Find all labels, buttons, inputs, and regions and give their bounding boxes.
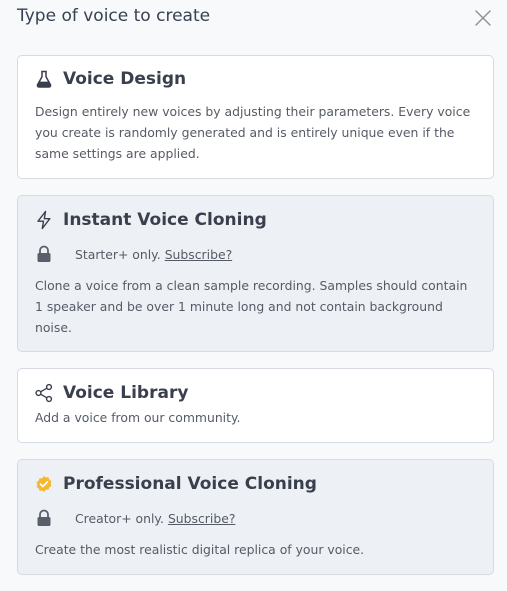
verified-badge-icon xyxy=(34,474,54,494)
lock-icon xyxy=(36,245,52,263)
professional-voice-cloning-description: Create the most realistic digital replic… xyxy=(35,542,365,557)
instant-voice-cloning-title: Instant Voice Cloning xyxy=(63,210,267,230)
subscribe-link[interactable]: Subscribe? xyxy=(168,511,235,526)
subscribe-link[interactable]: Subscribe? xyxy=(165,247,232,262)
voice-library-option[interactable]: Voice Library Add a voice from our commu… xyxy=(17,368,494,443)
voice-library-title: Voice Library xyxy=(63,383,189,403)
lightning-icon xyxy=(34,210,54,230)
starter-requirement-text: Starter+ only. xyxy=(75,246,161,262)
instant-voice-cloning-option[interactable]: Instant Voice Cloning Starter+ only. Sub… xyxy=(17,195,494,352)
voice-design-description: Design entirely new voices by adjusting … xyxy=(35,104,471,161)
professional-voice-cloning-title: Professional Voice Cloning xyxy=(63,474,317,494)
creator-requirement-text: Creator+ only. xyxy=(75,510,164,526)
voice-design-title: Voice Design xyxy=(63,69,187,89)
share-icon xyxy=(34,383,54,403)
voice-design-option[interactable]: Voice Design Design entirely new voices … xyxy=(17,55,494,179)
flask-icon xyxy=(34,69,54,89)
dialog-title: Type of voice to create xyxy=(17,6,211,26)
professional-voice-cloning-option[interactable]: Professional Voice Cloning Creator+ only… xyxy=(17,459,494,575)
close-button[interactable] xyxy=(474,9,492,27)
lock-icon xyxy=(36,509,52,527)
voice-library-description: Add a voice from our community. xyxy=(35,410,241,425)
instant-voice-cloning-description: Clone a voice from a clean sample record… xyxy=(35,278,468,335)
close-icon[interactable] xyxy=(474,9,492,27)
